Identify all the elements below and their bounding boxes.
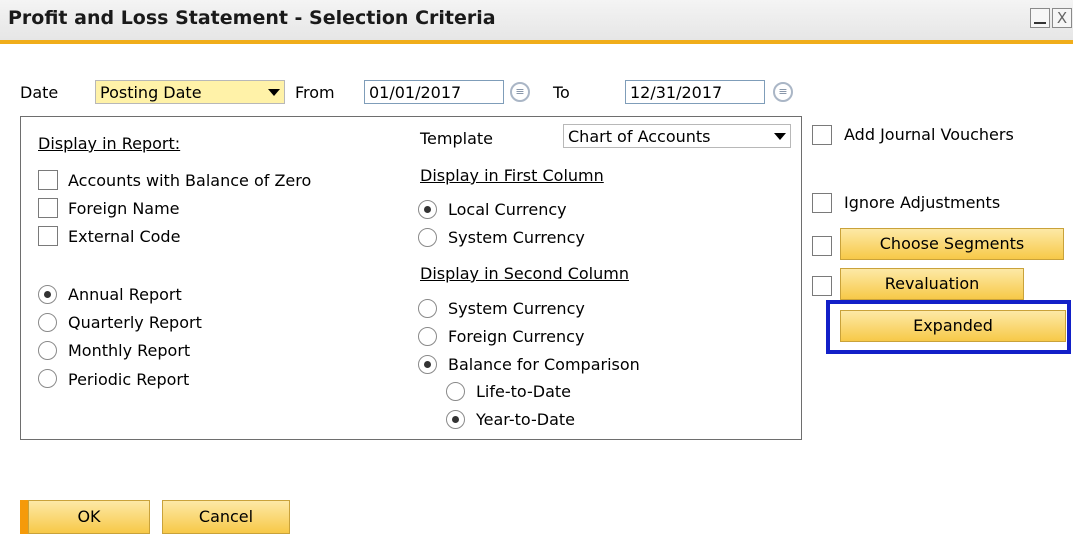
window-title: Profit and Loss Statement - Selection Cr… <box>8 7 496 29</box>
annual-report-label: Annual Report <box>68 285 182 304</box>
first-column-header: Display in First Column <box>420 166 604 185</box>
chevron-down-icon <box>268 89 280 96</box>
to-date-value: 12/31/2017 <box>630 83 723 102</box>
criteria-panel <box>20 116 802 440</box>
display-in-report-header: Display in Report: <box>38 134 181 153</box>
minimize-button[interactable] <box>1030 8 1050 28</box>
ignore-adjustments-checkbox[interactable] <box>812 193 832 213</box>
monthly-report-radio[interactable] <box>38 341 57 360</box>
accounts-zero-balance-label: Accounts with Balance of Zero <box>68 171 312 190</box>
from-date-field[interactable]: 01/01/2017 <box>364 80 504 104</box>
first-system-currency-label: System Currency <box>448 228 585 247</box>
to-label: To <box>553 83 570 102</box>
add-journal-vouchers-checkbox[interactable] <box>812 125 832 145</box>
second-system-currency-label: System Currency <box>448 299 585 318</box>
calendar-picker-icon[interactable]: ≡ <box>773 82 793 102</box>
external-code-checkbox[interactable] <box>38 226 58 246</box>
foreign-name-checkbox[interactable] <box>38 198 58 218</box>
accounts-zero-balance-checkbox[interactable] <box>38 170 58 190</box>
chevron-down-icon <box>774 133 786 140</box>
cancel-button[interactable]: Cancel <box>162 500 290 534</box>
monthly-report-label: Monthly Report <box>68 341 191 360</box>
date-type-dropdown[interactable]: Posting Date <box>95 80 285 104</box>
second-foreign-currency-label: Foreign Currency <box>448 327 585 346</box>
ignore-adjustments-label: Ignore Adjustments <box>844 193 1001 212</box>
template-dropdown[interactable]: Chart of Accounts <box>563 124 791 148</box>
ok-button[interactable]: OK <box>28 500 150 534</box>
periodic-report-radio[interactable] <box>38 369 57 388</box>
ok-accent-bar <box>20 500 28 534</box>
balance-for-comparison-radio[interactable] <box>418 355 437 374</box>
date-label: Date <box>20 83 59 102</box>
second-foreign-currency-radio[interactable] <box>418 327 437 346</box>
year-to-date-radio[interactable] <box>446 410 465 429</box>
from-date-value: 01/01/2017 <box>369 83 462 102</box>
date-type-value: Posting Date <box>100 83 202 102</box>
second-system-currency-radio[interactable] <box>418 299 437 318</box>
first-local-currency-label: Local Currency <box>448 200 567 219</box>
close-button[interactable]: X <box>1052 8 1072 28</box>
add-journal-vouchers-label: Add Journal Vouchers <box>844 125 1014 144</box>
external-code-label: External Code <box>68 227 181 246</box>
periodic-report-label: Periodic Report <box>68 370 190 389</box>
choose-segments-button[interactable]: Choose Segments <box>840 228 1064 260</box>
quarterly-report-label: Quarterly Report <box>68 313 202 332</box>
second-column-header: Display in Second Column <box>420 264 629 283</box>
year-to-date-label: Year-to-Date <box>476 410 575 429</box>
expanded-button[interactable]: Expanded <box>840 310 1066 342</box>
first-system-currency-radio[interactable] <box>418 228 437 247</box>
revaluation-button[interactable]: Revaluation <box>840 268 1024 300</box>
to-date-field[interactable]: 12/31/2017 <box>625 80 765 104</box>
life-to-date-label: Life-to-Date <box>476 382 571 401</box>
first-local-currency-radio[interactable] <box>418 200 437 219</box>
template-label: Template <box>420 129 494 148</box>
revaluation-checkbox[interactable] <box>812 276 832 296</box>
template-value: Chart of Accounts <box>568 127 711 146</box>
foreign-name-label: Foreign Name <box>68 199 180 218</box>
annual-report-radio[interactable] <box>38 285 57 304</box>
calendar-picker-icon[interactable]: ≡ <box>510 82 530 102</box>
life-to-date-radio[interactable] <box>446 382 465 401</box>
balance-for-comparison-label: Balance for Comparison <box>448 355 640 374</box>
from-label: From <box>295 83 335 102</box>
choose-segments-checkbox[interactable] <box>812 236 832 256</box>
quarterly-report-radio[interactable] <box>38 313 57 332</box>
